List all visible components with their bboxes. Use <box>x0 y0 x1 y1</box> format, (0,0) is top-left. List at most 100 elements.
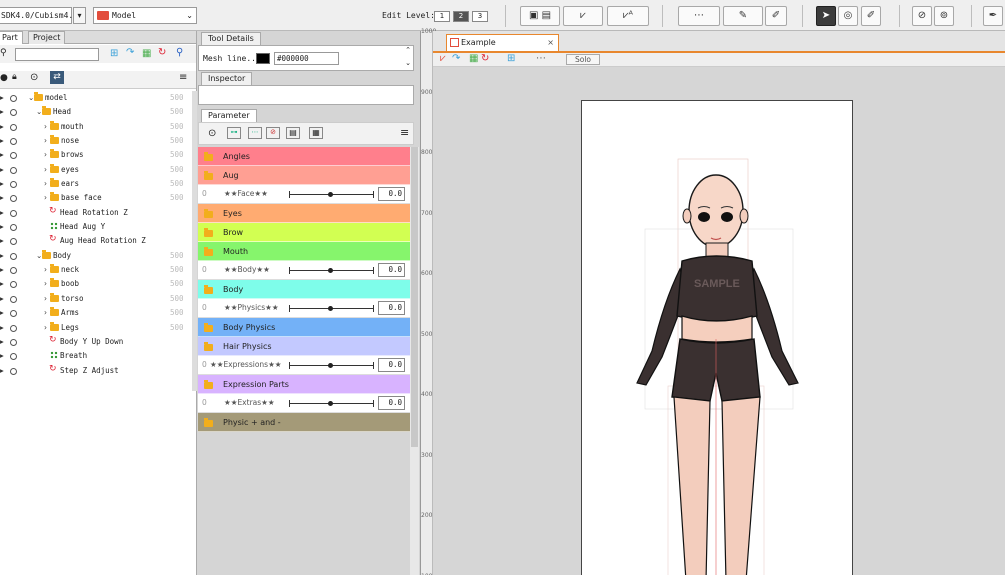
part-tree-item[interactable]: › torso <box>44 292 84 306</box>
rotation-view-icon[interactable]: ↻ <box>481 53 489 64</box>
grid-icon[interactable]: ▦ <box>142 48 151 59</box>
tab-inspector[interactable]: Inspector <box>201 72 253 85</box>
lock-toggle[interactable] <box>10 209 17 217</box>
visibility-icon[interactable]: ▸ <box>0 134 6 148</box>
part-tree-item[interactable]: ⌄ model <box>28 91 68 105</box>
lock-toggle[interactable] <box>10 224 17 232</box>
deform-path-button[interactable]: ⋯ <box>678 6 720 26</box>
visibility-icon[interactable]: ▸ <box>0 206 6 220</box>
part-tree-row[interactable]: ▸ › mouth 500 <box>0 120 190 134</box>
part-tree-row[interactable]: ▸ ⌄ Head 500 <box>0 105 190 119</box>
part-tree-row[interactable]: ▸ › neck 500 <box>0 263 190 277</box>
model-canvas[interactable]: SAMPLE <box>581 100 853 575</box>
glue-button[interactable]: ✎ <box>723 6 763 26</box>
part-tree-item[interactable]: Step Z Adjust <box>44 362 119 378</box>
eye-icon[interactable]: ● <box>0 73 8 83</box>
part-tree-row[interactable]: ▸ › eyes 500 <box>0 163 190 177</box>
mesh-view-icon[interactable]: ⩗ <box>440 53 446 64</box>
slider-handle[interactable] <box>328 192 333 197</box>
part-tree-item[interactable]: ⌄ Head <box>36 105 71 119</box>
menu-icon[interactable]: ≡ <box>179 72 187 83</box>
edit-level-2-button[interactable]: 2 <box>453 11 469 22</box>
edit-level-1-button[interactable]: 1 <box>434 11 450 22</box>
slider-handle[interactable] <box>328 363 333 368</box>
part-tree-item[interactable]: › Arms <box>44 306 79 320</box>
lock-toggle[interactable] <box>10 195 17 203</box>
part-tree-row[interactable]: ▸ Aug Head Rotation Z <box>0 232 190 248</box>
lock-toggle[interactable] <box>10 338 17 346</box>
sort-icon[interactable]: ⇄ <box>50 71 64 84</box>
lock-toggle[interactable] <box>10 238 17 246</box>
auto-mesh-generator-button[interactable]: ⩗ᴬ <box>607 6 649 26</box>
mesh-line-color-swatch[interactable] <box>256 53 270 64</box>
part-tree-row[interactable]: ▸ › nose 500 <box>0 134 190 148</box>
part-tree-item[interactable]: ⌄ Body <box>36 249 71 263</box>
visibility-icon[interactable]: ▸ <box>0 335 6 349</box>
part-tree-item[interactable]: › eyes <box>44 163 79 177</box>
tab-part[interactable]: Part <box>0 31 23 44</box>
part-tree-item[interactable]: › boob <box>44 277 79 291</box>
part-tree-row[interactable]: ▸ Head Aug Y <box>0 220 190 234</box>
part-tree-row[interactable]: ▸ › Legs 500 <box>0 321 190 335</box>
parameter-group[interactable]: Physic + and - <box>198 413 410 432</box>
lock-icon[interactable]: 🔒︎ <box>12 72 17 82</box>
part-tree-item[interactable]: › nose <box>44 134 79 148</box>
play-icon[interactable]: ⊙ <box>208 128 216 139</box>
parameter-group[interactable]: Body Physics <box>198 318 410 337</box>
parameter-value-input[interactable]: 0.0 <box>378 301 405 315</box>
part-tree-row[interactable]: ▸ Step Z Adjust <box>0 362 190 378</box>
part-tree-row[interactable]: ▸ ⌄ Body 500 <box>0 249 190 263</box>
parameter-value-input[interactable]: 0.0 <box>378 396 405 410</box>
visibility-icon[interactable]: ▸ <box>0 277 6 291</box>
slider-handle[interactable] <box>328 268 333 273</box>
visibility-icon[interactable]: ▸ <box>0 105 6 119</box>
parameter-value-input[interactable]: 0.0 <box>378 358 405 372</box>
lock-toggle[interactable] <box>10 267 17 275</box>
pin-icon[interactable]: ⚲ <box>176 47 183 58</box>
part-tree-row[interactable]: ▸ Body Y Up Down <box>0 333 190 349</box>
lock-toggle[interactable] <box>10 324 17 332</box>
delete-key-icon[interactable]: ⊘ <box>266 127 280 139</box>
tab-project[interactable]: Project <box>28 31 66 44</box>
curve-icon[interactable]: ↷ <box>126 47 134 58</box>
lock-toggle[interactable] <box>10 95 17 102</box>
scroll-down-icon[interactable]: ⌄ <box>405 59 411 67</box>
lock-toggle[interactable] <box>10 281 17 289</box>
part-tree-item[interactable]: › mouth <box>44 120 84 134</box>
lock-toggle[interactable] <box>10 166 17 174</box>
lock-toggle[interactable] <box>10 252 17 260</box>
visibility-icon[interactable]: ▸ <box>0 263 6 277</box>
brush-select-tool[interactable]: ✐ <box>861 6 881 26</box>
part-search-input[interactable] <box>15 48 99 61</box>
visibility-icon[interactable]: ▸ <box>0 234 6 248</box>
lasso-select-tool[interactable]: ◎ <box>838 6 858 26</box>
visibility-icon[interactable]: ▸ <box>0 91 6 105</box>
transform-tool[interactable]: ⊚ <box>934 6 954 26</box>
slider-handle[interactable] <box>328 306 333 311</box>
part-tree-item[interactable]: › neck <box>44 263 79 277</box>
solo-button[interactable]: Solo <box>566 54 600 65</box>
warp-deformer-icon[interactable]: ⊞ <box>110 48 118 59</box>
part-tree-item[interactable]: › brows <box>44 148 84 162</box>
lock-toggle[interactable] <box>10 181 17 189</box>
parameter-group[interactable]: Mouth <box>198 242 410 261</box>
lock-toggle[interactable] <box>10 109 17 117</box>
warp-view-icon[interactable]: ▦ <box>469 53 478 64</box>
slider-handle[interactable] <box>328 401 333 406</box>
visibility-icon[interactable]: ▸ <box>0 120 6 134</box>
parameter-group[interactable]: Aug <box>198 166 410 185</box>
lock-toggle[interactable] <box>10 138 17 146</box>
parameter-value-input[interactable]: 0.0 <box>378 263 405 277</box>
part-tree-item[interactable]: Aug Head Rotation Z <box>44 232 146 248</box>
part-tree-item[interactable]: Body Y Up Down <box>44 333 123 349</box>
arrow-select-tool[interactable]: ➤ <box>816 6 836 26</box>
visibility-icon[interactable]: ▸ <box>0 163 6 177</box>
lock-toggle[interactable] <box>10 367 17 375</box>
visibility-icon[interactable]: ▸ <box>0 177 6 191</box>
parameter-menu-icon[interactable]: ≡ <box>400 126 409 139</box>
visibility-icon[interactable]: ▸ <box>0 364 6 378</box>
parameter-group[interactable]: Brow <box>198 223 410 242</box>
blend-shape-icon[interactable]: ▦ <box>309 127 323 139</box>
visibility-icon[interactable]: ▸ <box>0 148 6 162</box>
parameter-group[interactable]: Eyes <box>198 204 410 223</box>
